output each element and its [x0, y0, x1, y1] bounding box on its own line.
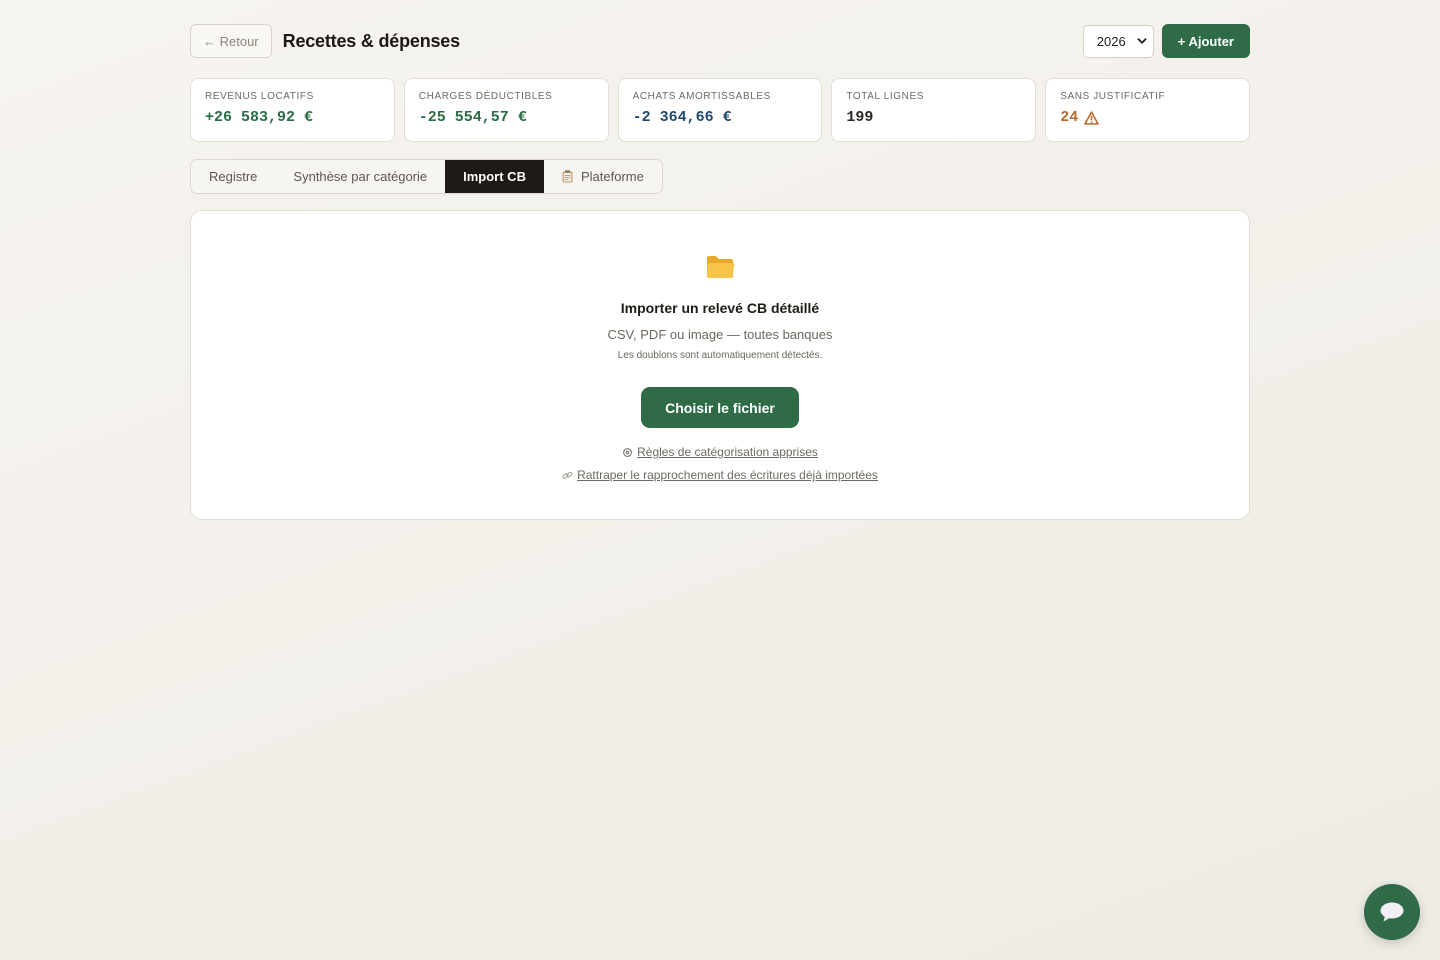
page-container: ← Retour Recettes & dépenses 2026 + Ajou…	[190, 24, 1250, 520]
add-button[interactable]: + Ajouter	[1161, 24, 1250, 58]
stat-card-achats: Achats amortissables -2 364,66 €	[617, 78, 823, 142]
import-subtitle: CSV, PDF ou image — toutes banques	[607, 327, 833, 342]
stat-card-sans-justificatif[interactable]: Sans justificatif 24	[1045, 78, 1250, 142]
back-button[interactable]: ← Retour	[190, 24, 272, 58]
link-icon	[562, 471, 573, 479]
stat-value-text: -25 554,57 €	[418, 109, 527, 126]
stat-value: -2 364,66 €	[633, 109, 808, 126]
stat-label: Revenus locatifs	[205, 91, 314, 102]
tab-plateforme-label: Plateforme	[580, 169, 644, 184]
chat-button[interactable]	[1364, 884, 1420, 940]
import-note: Les doublons sont automatiquement détect…	[617, 350, 823, 361]
gear-icon	[623, 447, 632, 457]
year-select-value: 2026	[1096, 33, 1126, 49]
stat-label: Sans justificatif	[1060, 91, 1166, 102]
tab-import-cb[interactable]: Import CB	[445, 160, 544, 193]
import-panel: Importer un relevé CB détaillé CSV, PDF …	[190, 210, 1250, 520]
stat-value: 199	[846, 109, 1021, 126]
page-title: Recettes & dépenses	[282, 30, 460, 51]
warning-icon	[1084, 110, 1100, 125]
year-select[interactable]: 2026	[1082, 24, 1154, 58]
tab-synthese[interactable]: Synthèse par catégorie	[275, 160, 445, 193]
import-title: Importer un relevé CB détaillé	[620, 300, 820, 316]
reconcile-label: Rattraper le rapprochement des écritures…	[577, 468, 878, 482]
stat-label: Total lignes	[846, 91, 924, 102]
stat-card-total-lignes: Total lignes 199	[831, 78, 1037, 142]
stat-label: Charges déductibles	[418, 91, 553, 102]
stat-value: +26 583,92 €	[205, 109, 380, 126]
stats-row: Revenus locatifs +26 583,92 € Charges dé…	[190, 78, 1250, 142]
tab-registre[interactable]: Registre	[191, 160, 275, 193]
stat-value-text: +26 583,92 €	[205, 109, 314, 126]
learned-rules-label: Règles de catégorisation apprises	[637, 445, 818, 459]
learned-rules-link[interactable]: Règles de catégorisation apprises	[622, 445, 818, 459]
stat-value: 24	[1060, 109, 1235, 126]
clipboard-icon	[562, 170, 573, 183]
reconcile-link[interactable]: Rattraper le rapprochement des écritures…	[562, 468, 878, 482]
tab-plateforme[interactable]: Plateforme	[544, 160, 662, 193]
page-header: ← Retour Recettes & dépenses 2026 + Ajou…	[190, 24, 1250, 58]
stat-value-text: 199	[846, 109, 874, 126]
chevron-down-icon	[1137, 38, 1147, 44]
stat-value: -25 554,57 €	[419, 109, 594, 126]
stat-label: Achats amortissables	[632, 91, 771, 102]
stat-card-charges: Charges déductibles -25 554,57 €	[403, 78, 609, 142]
folder-icon	[707, 256, 735, 278]
stat-value-text: -2 364,66 €	[632, 109, 732, 126]
stat-value-text: 24	[1060, 109, 1079, 126]
chat-bubble-icon	[1380, 902, 1404, 922]
choose-file-button[interactable]: Choisir le fichier	[641, 387, 799, 428]
tab-bar: Registre Synthèse par catégorie Import C…	[190, 159, 663, 194]
stat-card-revenus: Revenus locatifs +26 583,92 €	[190, 78, 395, 142]
